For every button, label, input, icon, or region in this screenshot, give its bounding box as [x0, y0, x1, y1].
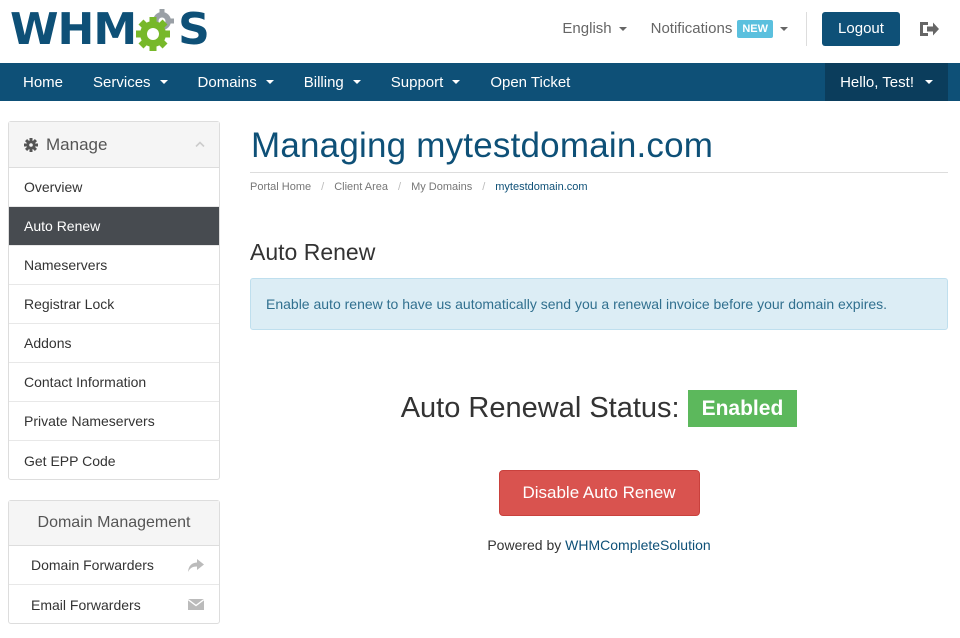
gear-icon	[24, 137, 38, 152]
top-links: English Notifications NEW Logout	[562, 0, 960, 57]
whmcs-logo[interactable]: WHM S	[10, 4, 210, 56]
manage-panel: Manage Overview Auto Renew Nameservers R…	[8, 121, 220, 480]
share-icon	[188, 559, 204, 572]
site-header: WHM S English Notifications NEW Logout	[0, 0, 960, 63]
language-dropdown[interactable]: English	[562, 20, 627, 37]
disable-auto-renew-button[interactable]: Disable Auto Renew	[498, 470, 700, 516]
logo-text-right: S	[178, 4, 210, 55]
sidebar-item-auto-renew[interactable]: Auto Renew	[9, 207, 219, 246]
sidebar-item-email-forwarders[interactable]: Email Forwarders	[9, 585, 219, 624]
nav-services-label: Services	[93, 73, 151, 91]
nav-billing-label: Billing	[303, 73, 344, 91]
sidebar-item-label: Get EPP Code	[24, 452, 116, 469]
manage-panel-header[interactable]: Manage	[9, 122, 219, 168]
breadcrumb-separator: /	[482, 181, 486, 193]
nav-domains-label: Domains	[197, 73, 257, 91]
sidebar-item-private-nameservers[interactable]: Private Nameservers	[9, 402, 219, 441]
sidebar-item-overview[interactable]: Overview	[9, 168, 219, 207]
sidebar-item-label: Overview	[24, 179, 83, 195]
breadcrumb-client-area[interactable]: Client Area	[334, 181, 388, 193]
powered-by-prefix: Powered by	[487, 537, 566, 553]
nav-services[interactable]: Services	[78, 63, 183, 101]
info-alert: Enable auto renew to have us automatical…	[250, 278, 948, 330]
breadcrumb: Portal Home / Client Area / My Domains /…	[250, 181, 948, 193]
breadcrumb-current-domain: mytestdomain.com	[495, 181, 588, 193]
nav-open-ticket-label: Open Ticket	[490, 73, 571, 91]
caret-down-icon	[452, 80, 461, 84]
sidebar-item-registrar-lock[interactable]: Registrar Lock	[9, 285, 219, 324]
nav-home[interactable]: Home	[8, 63, 78, 101]
user-greeting: Hello, Test!	[840, 73, 914, 91]
domain-management-title: Domain Management	[37, 514, 191, 531]
sidebar-item-get-epp-code[interactable]: Get EPP Code	[9, 441, 219, 480]
caret-down-icon	[780, 26, 788, 31]
language-label: English	[562, 20, 612, 37]
domain-management-header: Domain Management	[9, 501, 219, 546]
breadcrumb-portal-home[interactable]: Portal Home	[250, 181, 311, 193]
sidebar-item-label: Contact Information	[24, 374, 147, 390]
caret-down-icon	[925, 80, 933, 84]
sidebar-item-label: Addons	[24, 335, 72, 351]
nav-billing[interactable]: Billing	[289, 63, 376, 101]
powered-by: Powered by WHMCompleteSolution	[250, 537, 948, 553]
logout-button[interactable]: Logout	[822, 11, 900, 46]
gear-logo-icon	[136, 9, 175, 51]
sidebar-item-label: Auto Renew	[24, 218, 101, 234]
nav-items: Home Services Domains Billing Support Op…	[8, 63, 585, 101]
breadcrumb-separator: /	[398, 181, 402, 193]
envelope-icon	[187, 598, 205, 610]
new-badge: NEW	[737, 19, 773, 38]
status-label: Auto Renewal Status:	[400, 392, 680, 424]
main-content: Managing mytestdomain.com Portal Home / …	[250, 121, 948, 553]
nav-support[interactable]: Support	[376, 63, 476, 101]
sidebar-item-label: Registrar Lock	[24, 296, 115, 312]
info-alert-text: Enable auto renew to have us automatical…	[266, 296, 888, 312]
caret-down-icon	[265, 80, 274, 84]
nav-support-label: Support	[390, 73, 444, 91]
breadcrumb-separator: /	[321, 181, 325, 193]
sidebar-item-nameservers[interactable]: Nameservers	[9, 246, 219, 285]
sidebar-item-addons[interactable]: Addons	[9, 324, 219, 363]
breadcrumb-my-domains[interactable]: My Domains	[411, 181, 472, 193]
title-divider	[250, 172, 948, 173]
page-title: Managing mytestdomain.com	[251, 126, 714, 165]
sign-out-icon[interactable]	[918, 18, 940, 40]
nav-domains[interactable]: Domains	[183, 63, 289, 101]
sidebar-item-domain-forwarders[interactable]: Domain Forwarders	[9, 546, 219, 585]
notifications-dropdown[interactable]: Notifications NEW	[650, 19, 788, 38]
sidebar-item-label: Nameservers	[24, 257, 108, 273]
logo-text-left: WHM	[10, 4, 137, 55]
sidebar-item-label: Private Nameservers	[24, 413, 155, 429]
header-divider	[806, 11, 807, 46]
section-title: Auto Renew	[250, 239, 376, 265]
domain-management-panel: Domain Management Domain Forwarders Emai…	[8, 500, 220, 624]
nav-home-label: Home	[23, 73, 64, 91]
sidebar-item-label: Email Forwarders	[31, 596, 141, 613]
manage-panel-title: Manage	[46, 134, 108, 154]
nav-open-ticket[interactable]: Open Ticket	[475, 63, 585, 101]
status-badge: Enabled	[687, 390, 798, 427]
action-row: Disable Auto Renew	[250, 470, 948, 516]
powered-by-link[interactable]: WHMCompleteSolution	[565, 537, 711, 553]
caret-down-icon	[159, 80, 168, 84]
notifications-label: Notifications	[650, 20, 733, 37]
caret-down-icon	[352, 80, 361, 84]
caret-down-icon	[618, 26, 627, 31]
sidebar-item-contact-information[interactable]: Contact Information	[9, 363, 219, 402]
auto-renewal-status: Auto Renewal Status: Enabled	[250, 390, 948, 427]
main-navbar: Home Services Domains Billing Support Op…	[0, 63, 960, 101]
chevron-up-icon[interactable]	[195, 141, 205, 147]
user-menu-dropdown[interactable]: Hello, Test!	[825, 63, 948, 101]
sidebar-item-label: Domain Forwarders	[31, 557, 154, 573]
